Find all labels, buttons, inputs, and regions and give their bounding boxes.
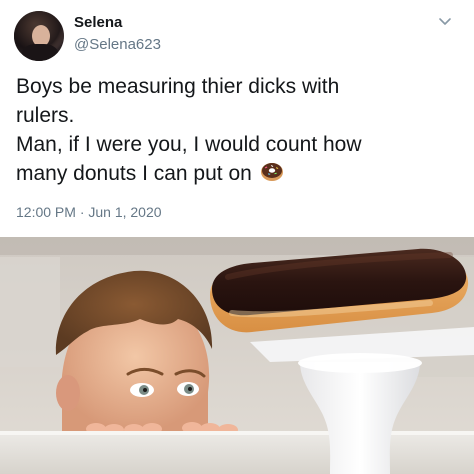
tweet-timestamp[interactable]: 12:00 PM · Jun 1, 2020: [16, 204, 162, 220]
donut-emoji-icon: [260, 163, 283, 181]
chevron-down-icon[interactable]: [438, 14, 452, 28]
user-handle[interactable]: @Selena623: [74, 36, 161, 53]
tweet-text-line: Boys be measuring thier dicks with: [16, 75, 340, 98]
tweet-text-line-last: many donuts I can put on: [16, 159, 456, 188]
avatar-body: [22, 44, 58, 61]
avatar[interactable]: [14, 11, 64, 61]
tweet-text-line-content: many donuts I can put on: [16, 162, 252, 185]
tweet-text-line: Man, if I were you, I would count how: [16, 133, 362, 156]
display-name[interactable]: Selena: [74, 14, 122, 31]
attached-photo[interactable]: [0, 237, 474, 474]
tweet-text-line: rulers.: [16, 104, 75, 127]
meme-frame: Selena @Selena623 Boys be measuring thie…: [0, 0, 474, 474]
tweet-card: Selena @Selena623 Boys be measuring thie…: [0, 0, 474, 234]
tweet-text: Boys be measuring thier dicks with ruler…: [16, 72, 456, 188]
